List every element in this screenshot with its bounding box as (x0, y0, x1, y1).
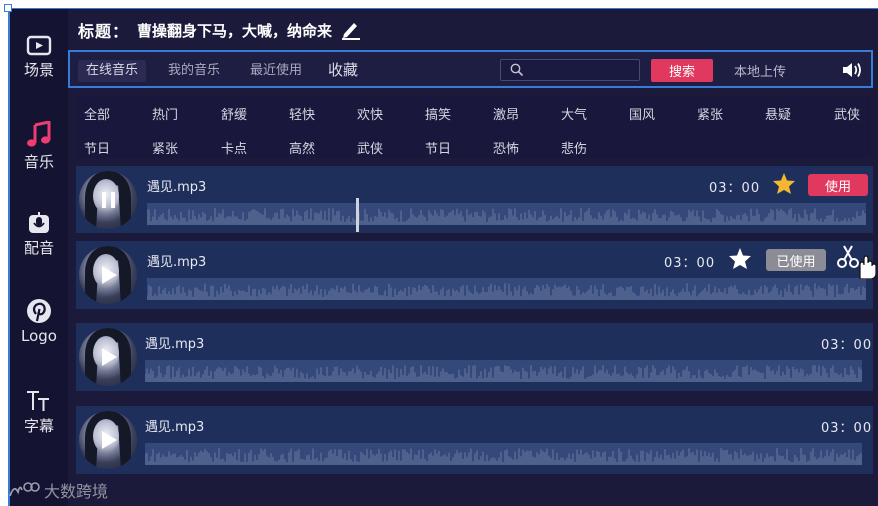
title-bar: 标题： 曹操翻身下马，大喊，纳命来 (78, 18, 362, 42)
category-tag[interactable]: 激昂 (493, 104, 519, 123)
use-button[interactable]: 使用 (808, 174, 868, 196)
waveform-bars (144, 448, 862, 465)
sidebar-item-label: 音乐 (23, 153, 54, 171)
waveform-bars (146, 283, 866, 300)
waveform[interactable] (146, 278, 866, 300)
category-tag[interactable]: 悲伤 (561, 138, 587, 157)
waveform-bars (146, 208, 866, 225)
category-tag[interactable]: 卡点 (221, 138, 247, 157)
waveform[interactable] (146, 203, 866, 225)
tv-icon (26, 35, 52, 56)
category-tag[interactable]: 国风 (629, 104, 655, 123)
waveform[interactable] (144, 443, 862, 465)
track-name: 遇见.mp3 (147, 180, 207, 195)
category-filter: 全部 热门 舒缓 轻快 欢快 搞笑 激昂 大气 国风 紧张 悬疑 武侠 节日 紧张 卡点 高然 武侠 节日 恐怖 悲伤 (76, 96, 871, 158)
search-input[interactable] (527, 61, 637, 81)
edit-pencil-icon[interactable] (340, 20, 362, 40)
local-upload-button[interactable]: 本地上传 (734, 61, 786, 80)
used-button[interactable]: 已使用 (766, 249, 826, 271)
sidebar-item-logo[interactable]: Logo (10, 297, 68, 345)
sidebar: 场景 音乐 配音 Logo 字幕 (10, 9, 68, 506)
category-tag[interactable]: 紧张 (152, 138, 178, 157)
playhead[interactable] (355, 198, 359, 232)
tab-recent[interactable]: 最近使用 (242, 60, 310, 82)
track-duration: 03：00 (821, 421, 873, 436)
track-duration: 03：00 (821, 338, 873, 353)
category-tag[interactable]: 轻快 (289, 104, 315, 123)
play-icon[interactable] (100, 430, 118, 450)
category-tag[interactable]: 欢快 (357, 104, 383, 123)
category-tag[interactable]: 大气 (561, 104, 587, 123)
watermark-text: 大数跨境 (44, 482, 109, 501)
sidebar-item-label: 字幕 (23, 417, 54, 435)
pinterest-icon (27, 299, 51, 323)
waveform[interactable] (144, 360, 862, 382)
tab-online-music[interactable]: 在线音乐 (78, 60, 147, 82)
track-row[interactable]: 遇见.mp3 03：00 (76, 323, 873, 391)
sidebar-item-dubbing[interactable]: 配音 (10, 211, 68, 258)
category-tag[interactable]: 武侠 (834, 104, 860, 123)
search-icon (510, 63, 524, 77)
search-button[interactable]: 搜索 (651, 59, 713, 82)
category-tag[interactable]: 舒缓 (221, 104, 247, 123)
music-tab-bar: 在线音乐 我的音乐 最近使用 收藏 搜索 本地上传 (68, 50, 873, 88)
category-tag[interactable]: 全部 (84, 104, 110, 123)
sidebar-item-scene[interactable]: 场景 (10, 35, 68, 80)
brand-logo-icon (9, 482, 40, 497)
category-tag[interactable]: 节日 (84, 138, 110, 157)
title-label: 标题： (78, 22, 130, 41)
sidebar-item-music[interactable]: 音乐 (10, 121, 68, 172)
play-icon[interactable] (100, 347, 118, 367)
volume-icon[interactable] (841, 61, 863, 79)
star-filled-icon[interactable] (772, 172, 796, 195)
category-tag[interactable]: 高然 (289, 138, 315, 157)
track-name: 遇见.mp3 (147, 255, 207, 270)
play-icon[interactable] (100, 265, 118, 285)
music-note-icon (27, 121, 51, 147)
search-box[interactable] (500, 59, 640, 81)
text-icon (27, 391, 49, 411)
title-value[interactable]: 曹操翻身下马，大喊，纳命来 (137, 20, 332, 41)
watermark: 大数跨境 (8, 478, 108, 502)
track-duration: 03：00 (709, 181, 761, 196)
track-row[interactable]: 遇见.mp3 03：00 已使用 (76, 241, 876, 309)
pause-icon[interactable] (100, 190, 118, 210)
sidebar-item-label: 场景 (23, 61, 54, 79)
track-name: 遇见.mp3 (145, 420, 205, 435)
track-name: 遇见.mp3 (145, 337, 205, 352)
category-tag[interactable]: 搞笑 (425, 104, 451, 123)
track-row[interactable]: 遇见.mp3 03：00 使用 (76, 166, 873, 233)
scissors-icon[interactable] (836, 243, 876, 279)
category-tag[interactable]: 节日 (425, 138, 451, 157)
star-icon[interactable] (728, 247, 752, 270)
category-tag[interactable]: 武侠 (357, 138, 383, 157)
category-tag[interactable]: 紧张 (697, 104, 723, 123)
sidebar-item-subtitle[interactable]: 字幕 (10, 389, 68, 436)
track-row[interactable]: 遇见.mp3 03：00 (76, 406, 873, 474)
microphone-icon (29, 212, 49, 233)
track-duration: 03：00 (664, 256, 716, 271)
waveform-bars (144, 365, 862, 382)
sidebar-item-label: Logo (21, 327, 57, 345)
tab-my-music[interactable]: 我的音乐 (160, 60, 228, 82)
category-tag[interactable]: 悬疑 (765, 104, 791, 123)
category-tag[interactable]: 恐怖 (493, 138, 519, 157)
category-tag[interactable]: 热门 (152, 104, 178, 123)
sidebar-item-label: 配音 (23, 239, 54, 257)
tab-favorites[interactable]: 收藏 (320, 59, 366, 81)
selection-handle[interactable] (4, 4, 12, 12)
